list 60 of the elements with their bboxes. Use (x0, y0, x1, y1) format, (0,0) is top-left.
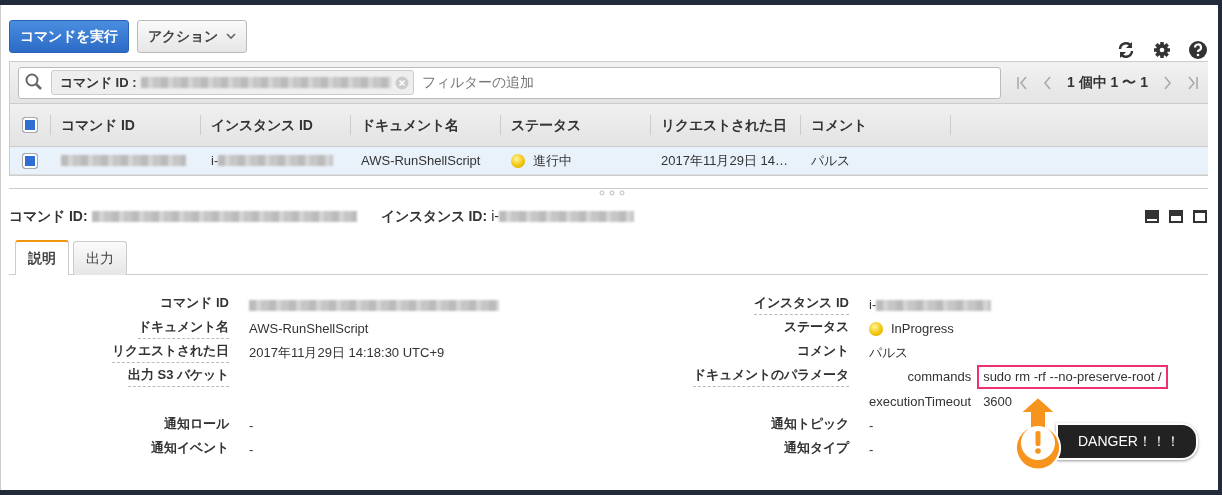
detail-id-label: インスタンス ID: (380, 206, 488, 226)
select-all-checkbox[interactable] (22, 117, 38, 133)
field-value: AWS-RunShellScript (249, 320, 369, 339)
field-label: 通知ロール (164, 415, 229, 433)
field-label: 出力 S3 バケット (127, 365, 229, 387)
layout-icon[interactable] (1192, 208, 1208, 224)
filter-token[interactable]: コマンド ID : (51, 69, 414, 96)
actions-dropdown[interactable]: アクション (137, 20, 247, 53)
table-cell-text: AWS-RunShellScript (361, 151, 481, 170)
table-cell-text: i- (211, 151, 219, 170)
parameter-value: 3600 (982, 393, 1013, 409)
column-header[interactable]: リクエストされた日 (650, 115, 800, 135)
field-value: パルス (869, 344, 908, 363)
tab[interactable]: 説明 (15, 240, 69, 275)
detail-id-label: コマンド ID: (9, 206, 88, 226)
parameter-value: sudo rm -rf --no-preserve-root / (977, 365, 1168, 389)
field-label: 通知イベント (151, 439, 229, 457)
field-label: リクエストされた日 (112, 341, 229, 363)
field-value: - (869, 417, 874, 436)
field-label: コマンド ID (160, 294, 229, 312)
column-header[interactable]: インスタンス ID (200, 115, 350, 135)
parameter-name: commands (907, 369, 972, 384)
danger-label: DANGER！！！ (1056, 423, 1198, 460)
table-cell-text: パルス (811, 151, 850, 170)
column-header[interactable]: ドキュメント名 (350, 115, 500, 135)
column-header[interactable]: コマンド ID (50, 115, 200, 135)
field-value: i- (869, 296, 877, 315)
tab[interactable]: 出力 (73, 241, 127, 275)
help-icon[interactable] (1188, 40, 1208, 60)
field-value: - (249, 441, 254, 460)
column-header[interactable]: コメント (800, 115, 950, 135)
table-cell-text: 進行中 (533, 151, 572, 170)
field-label: ステータス (784, 318, 849, 336)
row-checkbox[interactable] (22, 152, 38, 169)
settings-icon[interactable] (1152, 40, 1172, 60)
pagination-text: 1 個中 1 〜 1 (1067, 73, 1148, 92)
field-value: InProgress (891, 320, 954, 339)
field-label: ドキュメント名 (138, 317, 229, 339)
field-value: 2017年11月29日 14:18:30 UTC+9 (249, 344, 445, 363)
field-label: インスタンス ID (754, 293, 849, 315)
column-header[interactable]: ステータス (500, 115, 650, 135)
status-dot (511, 153, 525, 168)
filter-field[interactable]: コマンド ID : フィルターの追加 (18, 66, 1001, 99)
table-row[interactable]: i- AWS-RunShellScript 進行中 2017年11月29日 14… パルス (10, 147, 1208, 175)
field-label: ドキュメントのパラメータ (693, 365, 849, 387)
run-command-button[interactable]: コマンドを実行 (9, 20, 129, 53)
resize-handle[interactable] (597, 190, 627, 196)
layout-icon[interactable] (1144, 208, 1160, 224)
parameter-name: executionTimeout (869, 393, 972, 409)
status-dot (869, 322, 883, 336)
table-cell-text: 2017年11月29日 14… (661, 151, 788, 170)
layout-icon[interactable] (1168, 208, 1184, 224)
caret-icon (226, 33, 236, 40)
field-label: コメント (797, 342, 849, 360)
refresh-icon[interactable] (1116, 40, 1136, 60)
detail-id-text: i- (491, 206, 499, 226)
field-value: - (869, 441, 874, 460)
field-label: 通知タイプ (784, 439, 849, 457)
field-label: 通知トピック (771, 415, 849, 433)
field-value: - (249, 417, 254, 436)
